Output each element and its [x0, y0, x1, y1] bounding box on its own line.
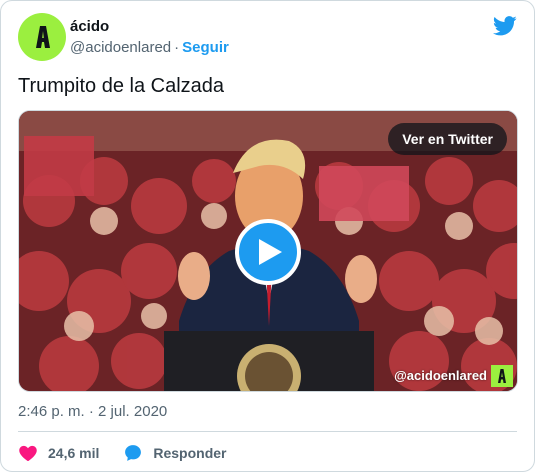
- divider: [18, 431, 517, 432]
- avatar[interactable]: [18, 13, 66, 61]
- tweet-timestamp[interactable]: 2:46 p. m. · 2 jul. 2020: [18, 402, 167, 422]
- reply-button[interactable]: Responder: [123, 443, 227, 463]
- watch-on-twitter-button[interactable]: Ver en Twitter: [388, 123, 507, 155]
- acido-logo-icon: [36, 26, 50, 48]
- speech-bubble-icon: [125, 445, 142, 461]
- play-button[interactable]: [235, 219, 301, 285]
- watermark-handle: @acidoenlared: [394, 368, 487, 383]
- separator-dot: ·: [174, 39, 180, 56]
- video-watermark: @acidoenlared: [394, 365, 513, 387]
- reply-label: Responder: [153, 445, 227, 461]
- follow-button[interactable]: Seguir: [182, 39, 229, 56]
- tweet-text: Trumpito de la Calzada: [18, 75, 225, 97]
- tweet-actions: 24,6 mil Responder: [18, 441, 251, 465]
- tweet-header: ácido @acidoenlared · Seguir: [18, 13, 517, 63]
- twitter-bird-icon[interactable]: [493, 15, 517, 37]
- author-handle-row: @acidoenlared · Seguir: [70, 38, 229, 58]
- author-handle[interactable]: @acidoenlared: [70, 39, 171, 56]
- like-count: 24,6 mil: [48, 445, 100, 461]
- author-display-name[interactable]: ácido: [70, 17, 229, 37]
- like-button[interactable]: 24,6 mil: [18, 443, 99, 463]
- acido-watermark-logo-icon: [491, 365, 513, 387]
- tweet-video[interactable]: Ver en Twitter @acidoenlared: [18, 110, 518, 392]
- tweet-embed-card: ácido @acidoenlared · Seguir Trumpito de l…: [0, 0, 535, 472]
- author-info: ácido @acidoenlared · Seguir: [70, 17, 229, 58]
- heart-icon: [19, 445, 37, 461]
- play-icon: [259, 239, 282, 265]
